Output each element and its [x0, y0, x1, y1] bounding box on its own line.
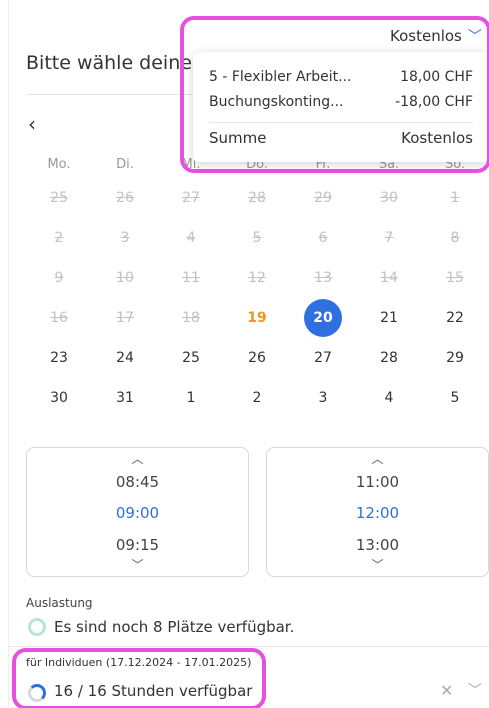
calendar-day[interactable]: 26 — [224, 350, 290, 366]
calendar-day-disabled: 17 — [116, 310, 134, 326]
calendar-day[interactable]: 31 — [92, 390, 158, 406]
calendar-day-disabled: 29 — [314, 190, 332, 206]
calendar-week-row: 25 26 27 28 29 30 1 — [26, 178, 489, 218]
chevron-down-icon[interactable]: ﹀ — [27, 556, 248, 573]
calendar-day[interactable]: 28 — [356, 350, 422, 366]
end-time-picker[interactable]: ︿ 11:00 12:00 13:00 ﹀ — [266, 447, 489, 577]
chevron-up-icon[interactable]: ︿ — [267, 450, 488, 467]
start-time-next[interactable]: 09:15 — [27, 536, 248, 554]
start-time-current[interactable]: 09:00 — [27, 504, 248, 522]
chevron-down-icon[interactable]: ﹀ — [468, 680, 482, 700]
calendar-day-disabled: 1 — [450, 190, 460, 206]
calendar-day[interactable]: 21 — [356, 310, 422, 326]
calendar-week-row: 2 3 4 5 6 7 8 — [26, 218, 489, 258]
calendar-day-disabled: 14 — [380, 270, 398, 286]
end-time-prev[interactable]: 11:00 — [267, 473, 488, 491]
calendar-day[interactable]: 1 — [158, 390, 224, 406]
calendar-day[interactable]: 5 — [422, 390, 488, 406]
chevron-down-icon[interactable]: ﹀ — [267, 556, 488, 573]
calendar-day[interactable]: 27 — [290, 350, 356, 366]
chevron-left-icon: ‹ — [28, 112, 36, 136]
calendar-day-disabled: 18 — [182, 310, 200, 326]
calendar-day-disabled: 10 — [116, 270, 134, 286]
calendar-day-disabled: 16 — [50, 310, 68, 326]
clear-icon[interactable]: ✕ — [440, 681, 453, 700]
calendar-day-disabled: 2 — [54, 230, 64, 246]
start-time-picker[interactable]: ︿ 08:45 09:00 09:15 ﹀ — [26, 447, 249, 577]
calendar-day-selected[interactable]: 20 — [290, 299, 356, 337]
calendar-day-disabled: 12 — [248, 270, 266, 286]
occupancy-label: Auslastung — [26, 596, 93, 610]
calendar-day-disabled: 8 — [450, 230, 460, 246]
calendar-day-disabled: 26 — [116, 190, 134, 206]
page-title: Bitte wähle deine — [26, 52, 192, 74]
calendar-week-row: 9 10 11 12 13 14 15 — [26, 258, 489, 298]
calendar-day-disabled: 9 — [54, 270, 64, 286]
calendar-day[interactable]: 2 — [224, 390, 290, 406]
calendar-day-disabled: 7 — [384, 230, 394, 246]
section-divider — [8, 646, 489, 647]
calendar: Mo. Di. Mi. Do. Fr. Sa. So. 25 26 27 28 … — [26, 150, 489, 418]
calendar-day[interactable]: 29 — [422, 350, 488, 366]
calendar-day-today[interactable]: 19 — [224, 310, 290, 326]
occupancy-ring-icon — [28, 618, 46, 636]
left-divider — [8, 0, 9, 708]
calendar-day-disabled: 30 — [380, 190, 398, 206]
weekday-label: Mo. — [47, 156, 71, 172]
calendar-day[interactable]: 25 — [158, 350, 224, 366]
start-time-prev[interactable]: 08:45 — [27, 473, 248, 491]
prev-month-button[interactable]: ‹ — [20, 110, 44, 138]
highlight-annotation — [180, 16, 489, 173]
calendar-day[interactable]: 22 — [422, 310, 488, 326]
calendar-day-disabled: 6 — [318, 230, 328, 246]
calendar-day[interactable]: 23 — [26, 350, 92, 366]
calendar-day-disabled: 27 — [182, 190, 200, 206]
calendar-day[interactable]: 30 — [26, 390, 92, 406]
calendar-day-disabled: 11 — [182, 270, 200, 286]
calendar-day[interactable]: 3 — [290, 390, 356, 406]
calendar-day[interactable]: 4 — [356, 390, 422, 406]
selected-day-marker: 20 — [304, 299, 342, 337]
calendar-day-disabled: 3 — [120, 230, 130, 246]
end-time-current[interactable]: 12:00 — [267, 504, 488, 522]
weekday-label: Di. — [116, 156, 134, 172]
calendar-week-row: 16 17 18 19 20 21 22 — [26, 298, 489, 338]
calendar-day-disabled: 4 — [186, 230, 196, 246]
chevron-up-icon[interactable]: ︿ — [27, 450, 248, 467]
calendar-day-disabled: 28 — [248, 190, 266, 206]
end-time-next[interactable]: 13:00 — [267, 536, 488, 554]
calendar-day-disabled: 5 — [252, 230, 262, 246]
occupancy-text: Es sind noch 8 Plätze verfügbar. — [54, 618, 295, 636]
calendar-day-disabled: 15 — [446, 270, 464, 286]
calendar-week-row: 30 31 1 2 3 4 5 — [26, 378, 489, 418]
title-divider — [26, 94, 196, 95]
calendar-day-disabled: 25 — [50, 190, 68, 206]
calendar-week-row: 23 24 25 26 27 28 29 — [26, 338, 489, 378]
highlight-annotation — [12, 648, 266, 708]
calendar-day[interactable]: 24 — [92, 350, 158, 366]
calendar-day-disabled: 13 — [314, 270, 332, 286]
